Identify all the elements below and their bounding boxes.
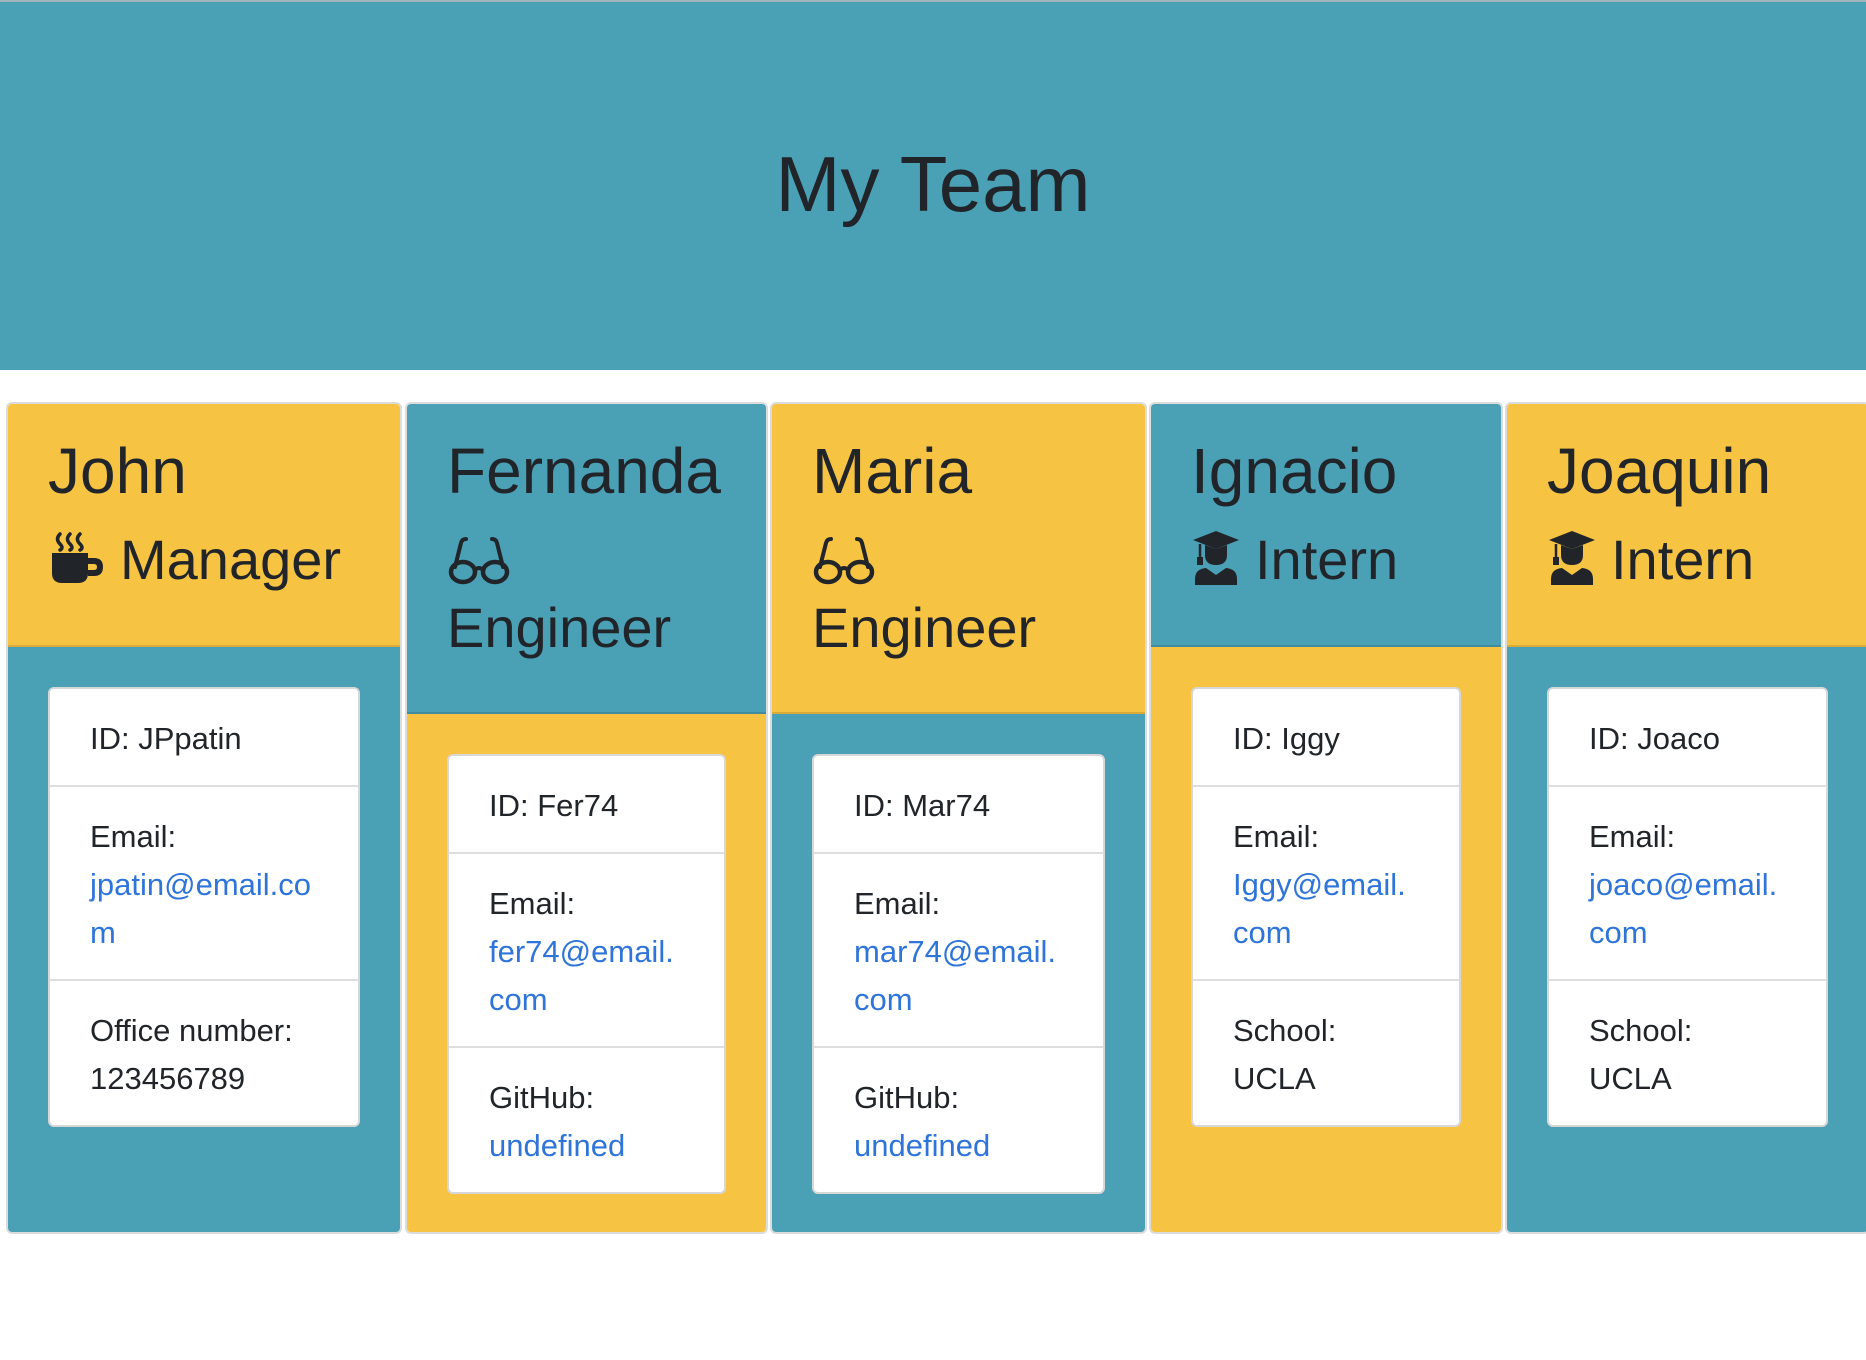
page-header: My Team [0, 0, 1866, 370]
member-email: Email: fer74@email.com [449, 854, 724, 1048]
page-title: My Team [775, 140, 1091, 228]
coffee-mug-icon [48, 531, 106, 585]
info-list: ID: Joaco Email: joaco@email.com School:… [1547, 687, 1828, 1127]
email-label: Email: [1233, 819, 1320, 854]
member-github: GitHub: undefined [449, 1048, 724, 1192]
graduate-icon [1547, 529, 1597, 585]
card-body: ID: Joaco Email: joaco@email.com School:… [1507, 647, 1866, 1232]
email-link[interactable]: jpatin@email.com [90, 867, 311, 950]
member-card-john: John Manager ID: JPpatin Email: jpatin@e… [6, 402, 402, 1234]
card-header: Fernanda Engineer [407, 404, 766, 714]
email-link[interactable]: Iggy@email.com [1233, 867, 1406, 950]
card-header: Ignacio Intern [1151, 404, 1501, 647]
card-body: ID: Fer74 Email: fer74@email.com GitHub:… [407, 714, 766, 1232]
glasses-icon [812, 537, 876, 585]
member-email: Email: Iggy@email.com [1193, 787, 1459, 981]
member-card-fernanda: Fernanda Engineer ID: Fer74 Email: fer74… [405, 402, 768, 1234]
member-role: Manager [48, 526, 378, 594]
card-header: John Manager [8, 404, 400, 647]
member-id: ID: Joaco [1549, 689, 1826, 787]
github-link[interactable]: undefined [854, 1128, 990, 1163]
card-body: ID: Mar74 Email: mar74@email.com GitHub:… [772, 714, 1145, 1232]
graduate-icon [1191, 529, 1241, 585]
school-value: UCLA [1233, 1061, 1316, 1096]
github-label: GitHub: [854, 1080, 960, 1115]
glasses-icon [447, 537, 511, 585]
member-office-number: Office number: 123456789 [50, 981, 358, 1125]
info-list: ID: Mar74 Email: mar74@email.com GitHub:… [812, 754, 1105, 1194]
member-email: Email: joaco@email.com [1549, 787, 1826, 981]
github-label: GitHub: [489, 1080, 595, 1115]
email-label: Email: [90, 819, 177, 854]
school-label: School: [1589, 1013, 1693, 1048]
member-id: ID: Mar74 [814, 756, 1103, 854]
member-card-ignacio: Ignacio Intern ID: Iggy Email: Iggy@emai… [1149, 402, 1503, 1234]
card-body: ID: JPpatin Email: jpatin@email.com Offi… [8, 647, 400, 1232]
member-name: Maria [812, 435, 973, 507]
card-body: ID: Iggy Email: Iggy@email.com School: U… [1151, 647, 1501, 1232]
member-role: Engineer [447, 526, 737, 662]
email-link[interactable]: fer74@email.com [489, 934, 674, 1017]
member-name: John [48, 435, 187, 507]
info-list: ID: JPpatin Email: jpatin@email.com Offi… [48, 687, 360, 1127]
member-school: School: UCLA [1549, 981, 1826, 1125]
member-id: ID: Fer74 [449, 756, 724, 854]
card-header: Maria Engineer [772, 404, 1145, 714]
member-school: School: UCLA [1193, 981, 1459, 1125]
member-id: ID: Iggy [1193, 689, 1459, 787]
member-role-label: Intern [1255, 528, 1399, 591]
member-name: Ignacio [1191, 435, 1398, 507]
member-role: Engineer [812, 526, 1112, 662]
member-id: ID: JPpatin [50, 689, 358, 787]
member-role-label: Manager [120, 528, 342, 591]
member-email: Email: jpatin@email.com [50, 787, 358, 981]
github-link[interactable]: undefined [489, 1128, 625, 1163]
member-role-label: Intern [1611, 528, 1755, 591]
office-number-value: 123456789 [90, 1061, 246, 1096]
member-card-maria: Maria Engineer ID: Mar74 Email: mar74@em… [770, 402, 1147, 1234]
info-list: ID: Iggy Email: Iggy@email.com School: U… [1191, 687, 1461, 1127]
member-role-label: Engineer [812, 596, 1037, 659]
member-role: Intern [1191, 526, 1481, 594]
office-number-label: Office number: [90, 1013, 293, 1048]
email-label: Email: [854, 886, 941, 921]
member-name: Joaquin [1547, 435, 1772, 507]
member-card-joaquin: Joaquin Intern ID: Joaco Email: joaco@em… [1505, 402, 1866, 1234]
school-label: School: [1233, 1013, 1337, 1048]
member-github: GitHub: undefined [814, 1048, 1103, 1192]
member-name: Fernanda [447, 435, 721, 507]
card-header: Joaquin Intern [1507, 404, 1866, 647]
member-role: Intern [1547, 526, 1847, 594]
email-label: Email: [1589, 819, 1676, 854]
info-list: ID: Fer74 Email: fer74@email.com GitHub:… [447, 754, 726, 1194]
member-role-label: Engineer [447, 596, 672, 659]
school-value: UCLA [1589, 1061, 1672, 1096]
email-link[interactable]: joaco@email.com [1589, 867, 1777, 950]
email-label: Email: [489, 886, 576, 921]
member-email: Email: mar74@email.com [814, 854, 1103, 1048]
email-link[interactable]: mar74@email.com [854, 934, 1056, 1017]
